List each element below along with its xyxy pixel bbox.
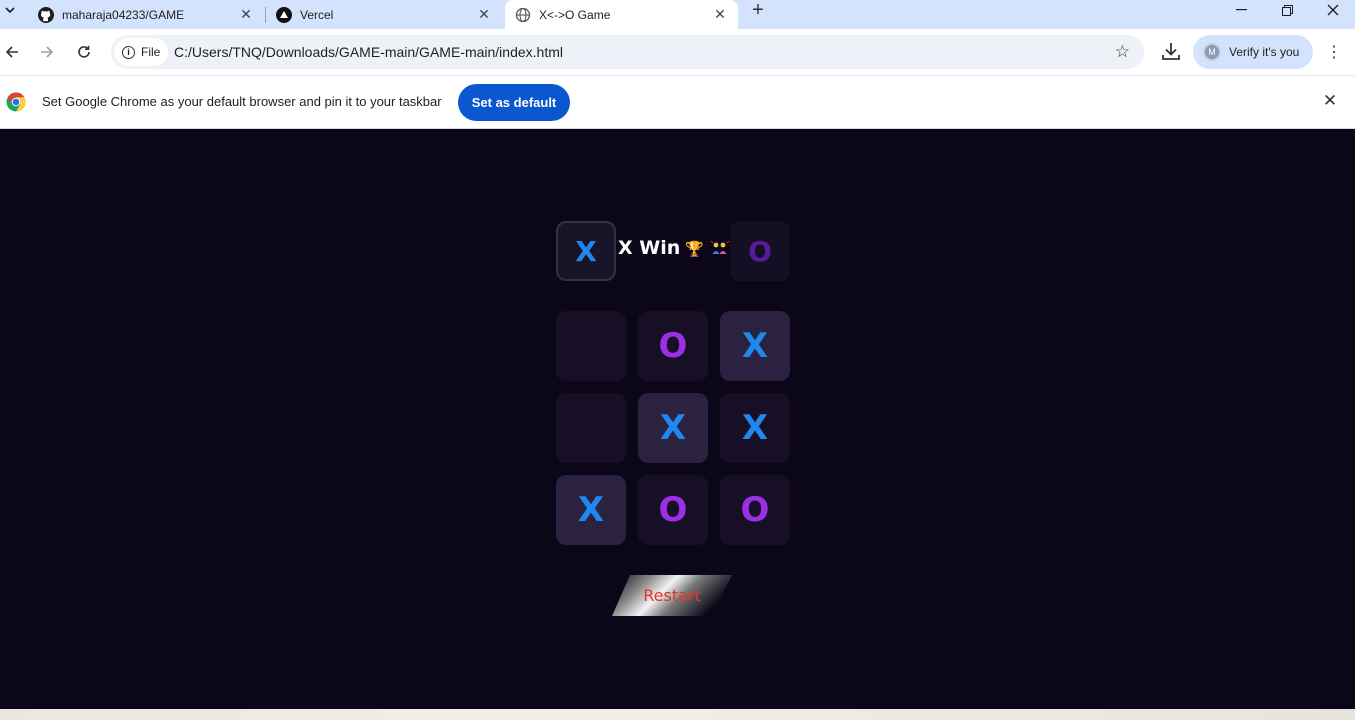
back-arrow-icon[interactable]	[0, 40, 24, 64]
close-tab-icon[interactable]: ✕	[476, 6, 492, 23]
tab-title: Vercel	[300, 7, 334, 22]
tab-vercel[interactable]: Vercel ✕	[266, 0, 502, 29]
reload-icon[interactable]	[72, 40, 96, 64]
celebration-icon	[710, 238, 730, 254]
globe-icon	[515, 7, 531, 23]
new-tab-plus-icon[interactable]: +	[748, 0, 768, 21]
download-icon[interactable]	[1159, 41, 1183, 63]
infobar-message: Set Google Chrome as your default browse…	[42, 94, 442, 109]
trophy-icon: 🏆	[685, 240, 704, 258]
tab-github[interactable]: maharaja04233/GAME ✕	[28, 0, 264, 29]
board-cell[interactable]: X	[720, 311, 790, 381]
default-browser-infobar: Set Google Chrome as your default browse…	[0, 75, 1355, 129]
turn-indicator-x: X	[556, 221, 616, 281]
minimize-icon[interactable]	[1218, 0, 1264, 20]
board-cell[interactable]: O	[638, 311, 708, 381]
info-icon: i	[122, 45, 135, 59]
restart-label: Restart	[643, 586, 701, 605]
close-tab-icon[interactable]: ✕	[238, 6, 254, 23]
site-info-chip[interactable]: i File	[114, 38, 168, 66]
game-page: X X Win 🏆 O O X X X X O O Restart	[0, 129, 1355, 709]
status-text: X Win	[618, 237, 681, 259]
tab-game[interactable]: X<->O Game ✕	[505, 0, 738, 29]
kebab-menu-icon[interactable]: ⋮	[1326, 40, 1342, 64]
tab-strip: maharaja04233/GAME ✕ Vercel ✕ X<->O Game…	[0, 0, 1355, 29]
board-cell[interactable]: X	[556, 475, 626, 545]
address-bar[interactable]: i File C:/Users/TNQ/Downloads/GAME-main/…	[111, 35, 1144, 69]
board-cell[interactable]	[556, 393, 626, 463]
board-cell[interactable]: X	[720, 393, 790, 463]
taskbar-strip	[0, 709, 1355, 720]
board-cell[interactable]: O	[638, 475, 708, 545]
url-text[interactable]: C:/Users/TNQ/Downloads/GAME-main/GAME-ma…	[174, 44, 563, 60]
board-cell[interactable]: X	[638, 393, 708, 463]
profile-label: Verify it's you	[1229, 45, 1300, 59]
tab-search-chevron-icon[interactable]	[0, 0, 20, 20]
tab-title: X<->O Game	[539, 7, 611, 22]
restore-icon[interactable]	[1264, 0, 1310, 20]
board-cell[interactable]: O	[720, 475, 790, 545]
board-cell[interactable]	[556, 311, 626, 381]
turn-indicator-o: O	[730, 221, 790, 281]
close-infobar-icon[interactable]: ✕	[1320, 91, 1340, 111]
vercel-icon	[276, 6, 292, 23]
forward-arrow-icon[interactable]	[35, 40, 59, 64]
profile-button[interactable]: M Verify it's you	[1193, 35, 1313, 69]
chrome-logo-icon	[6, 92, 26, 112]
game-status: X Win 🏆	[618, 237, 730, 259]
site-info-label: File	[141, 45, 161, 59]
browser-toolbar: i File C:/Users/TNQ/Downloads/GAME-main/…	[0, 29, 1355, 75]
avatar: M	[1203, 43, 1221, 61]
close-tab-icon[interactable]: ✕	[712, 6, 728, 23]
close-window-icon[interactable]	[1310, 0, 1355, 20]
github-icon	[38, 6, 54, 23]
restart-button[interactable]: Restart	[612, 575, 732, 616]
bookmark-star-icon[interactable]: ☆	[1115, 42, 1130, 62]
set-as-default-button[interactable]: Set as default	[458, 84, 570, 121]
tab-title: maharaja04233/GAME	[62, 7, 185, 22]
